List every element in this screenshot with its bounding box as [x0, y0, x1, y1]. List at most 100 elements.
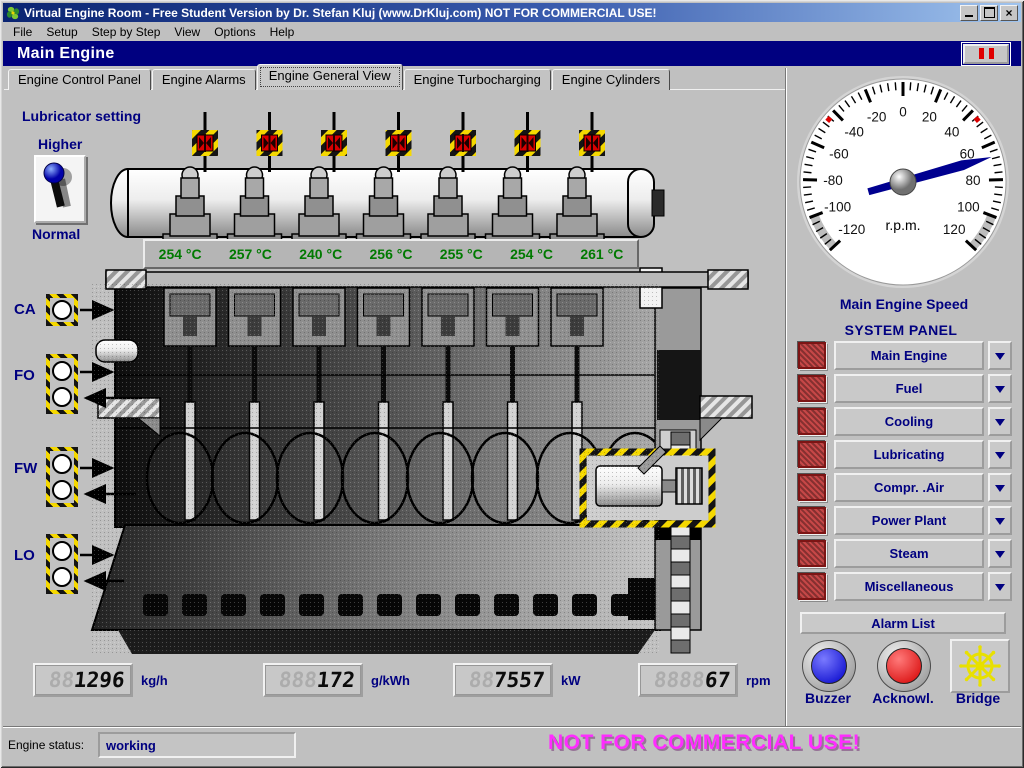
exhaust-valve-icon[interactable]	[515, 130, 541, 156]
connection-port-box[interactable]	[46, 294, 78, 326]
bridge-label: Bridge	[950, 690, 1006, 706]
statusbar-divider	[3, 726, 1021, 728]
turning-motor[interactable]	[583, 446, 712, 524]
lcd-ghost-digits: 888	[278, 668, 318, 692]
pause-button[interactable]	[961, 42, 1011, 66]
connection-arrows	[80, 310, 142, 581]
lcd-display: 887557	[453, 663, 553, 697]
chevron-down-icon	[995, 353, 1005, 365]
exhaust-valve-icon[interactable]	[257, 130, 283, 156]
svg-text:-60: -60	[829, 147, 849, 162]
pipe-port	[52, 387, 72, 407]
tab[interactable]: Engine Control Panel	[8, 69, 151, 90]
menu-item[interactable]: Help	[263, 23, 302, 41]
panel-header: Main Engine	[3, 41, 1021, 66]
system-dropdown-button[interactable]	[988, 473, 1012, 502]
lcd-ghost-digits: 88	[468, 668, 496, 692]
system-dropdown-button[interactable]	[988, 506, 1012, 535]
system-dropdown-button[interactable]	[988, 374, 1012, 403]
buzzer-button[interactable]	[802, 640, 856, 692]
system-panel-row: Steam	[798, 539, 1012, 568]
system-dropdown-button[interactable]	[988, 407, 1012, 436]
cylinder-temp-value: 254 °C	[159, 246, 202, 262]
system-button[interactable]: Steam	[834, 539, 984, 568]
exhaust-valve-icon[interactable]	[386, 130, 412, 156]
gauge-caption: Main Engine Speed	[790, 296, 1018, 312]
tab[interactable]: Engine Alarms	[152, 69, 256, 90]
lubricator-switch[interactable]	[34, 155, 86, 223]
lcd-value: 67	[703, 668, 731, 692]
system-button[interactable]: Main Engine	[834, 341, 984, 370]
system-status-indicator	[798, 507, 826, 534]
menu-item[interactable]: Step by Step	[85, 23, 168, 41]
exhaust-valve-icon[interactable]	[450, 130, 476, 156]
system-panel: Main Engine Fuel Cooling Lubricating	[798, 341, 1012, 605]
exhaust-valve-icon[interactable]	[579, 130, 605, 156]
tab[interactable]: Engine Turbocharging	[404, 69, 551, 90]
system-button[interactable]: Cooling	[834, 407, 984, 436]
crankcase-ports	[143, 594, 636, 616]
svg-text:-80: -80	[823, 173, 843, 188]
exhaust-valve-icon[interactable]	[321, 130, 347, 156]
close-icon: ×	[1005, 8, 1012, 18]
engine-status-label: Engine status:	[8, 738, 84, 752]
chevron-down-icon	[995, 584, 1005, 596]
cylinder-temp-value: 240 °C	[299, 246, 342, 262]
bridge-button[interactable]	[950, 639, 1010, 693]
cylinder-temp-value: 261 °C	[580, 246, 623, 262]
alarm-list-button[interactable]: Alarm List	[800, 612, 1006, 634]
menu-item[interactable]: File	[6, 23, 39, 41]
system-button[interactable]: Miscellaneous	[834, 572, 984, 601]
system-panel-row: Compr. .Air	[798, 473, 1012, 502]
acknowledge-button[interactable]	[877, 640, 931, 692]
minimize-button[interactable]	[960, 5, 978, 21]
system-dropdown-button[interactable]	[988, 341, 1012, 370]
exhaust-valve-icon[interactable]	[192, 130, 218, 156]
system-button[interactable]: Power Plant	[834, 506, 984, 535]
digital-readout: 888867 rpm	[638, 663, 771, 697]
menu-item[interactable]: Options	[207, 23, 262, 41]
menu-item[interactable]: View	[167, 23, 207, 41]
system-button[interactable]: Fuel	[834, 374, 984, 403]
system-dropdown-button[interactable]	[988, 539, 1012, 568]
connection-label: FO	[14, 367, 40, 414]
maximize-button[interactable]	[980, 5, 998, 21]
lcd-value: 172	[316, 668, 356, 692]
lcd-value: 7557	[493, 668, 546, 692]
system-panel-row: Miscellaneous	[798, 572, 1012, 601]
tab[interactable]: Engine Cylinders	[552, 69, 670, 90]
svg-text:120: 120	[943, 222, 966, 237]
system-dropdown-button[interactable]	[988, 440, 1012, 469]
pipe-port	[52, 454, 72, 474]
cylinder-heads	[164, 288, 603, 522]
connection-row: FW	[14, 447, 78, 507]
system-status-indicator	[798, 375, 826, 402]
cylinder-temp-value: 256 °C	[370, 246, 413, 262]
commercial-use-notice: NOT FOR COMMERCIAL USE!	[548, 731, 860, 755]
system-status-indicator	[798, 342, 826, 369]
close-button[interactable]: ×	[1000, 5, 1018, 21]
page-title: Main Engine	[17, 45, 115, 63]
svg-text:0: 0	[899, 105, 907, 120]
window-title: Virtual Engine Room - Free Student Versi…	[24, 6, 657, 20]
readout-unit: kW	[561, 673, 581, 688]
app-icon	[6, 6, 20, 20]
maximize-icon	[984, 7, 995, 18]
menu-item[interactable]: Setup	[39, 23, 84, 41]
connection-port-box[interactable]	[46, 534, 78, 594]
lcd-value: 1296	[73, 668, 126, 692]
system-button[interactable]: Compr. .Air	[834, 473, 984, 502]
system-dropdown-button[interactable]	[988, 572, 1012, 601]
system-button[interactable]: Lubricating	[834, 440, 984, 469]
system-status-indicator	[798, 573, 826, 600]
connection-port-box[interactable]	[46, 447, 78, 507]
turning-gear-rack	[671, 432, 690, 653]
chevron-down-icon	[995, 551, 1005, 563]
pipe-port	[52, 541, 72, 561]
system-panel-row: Lubricating	[798, 440, 1012, 469]
tab[interactable]: Engine General View	[257, 64, 403, 90]
cylinder-temp-strip: 254 °C257 °C240 °C256 °C255 °C254 °C261 …	[143, 239, 639, 269]
connection-label: LO	[14, 547, 40, 594]
connection-port-box[interactable]	[46, 354, 78, 414]
tab-bar: Engine Control PanelEngine AlarmsEngine …	[8, 65, 671, 90]
